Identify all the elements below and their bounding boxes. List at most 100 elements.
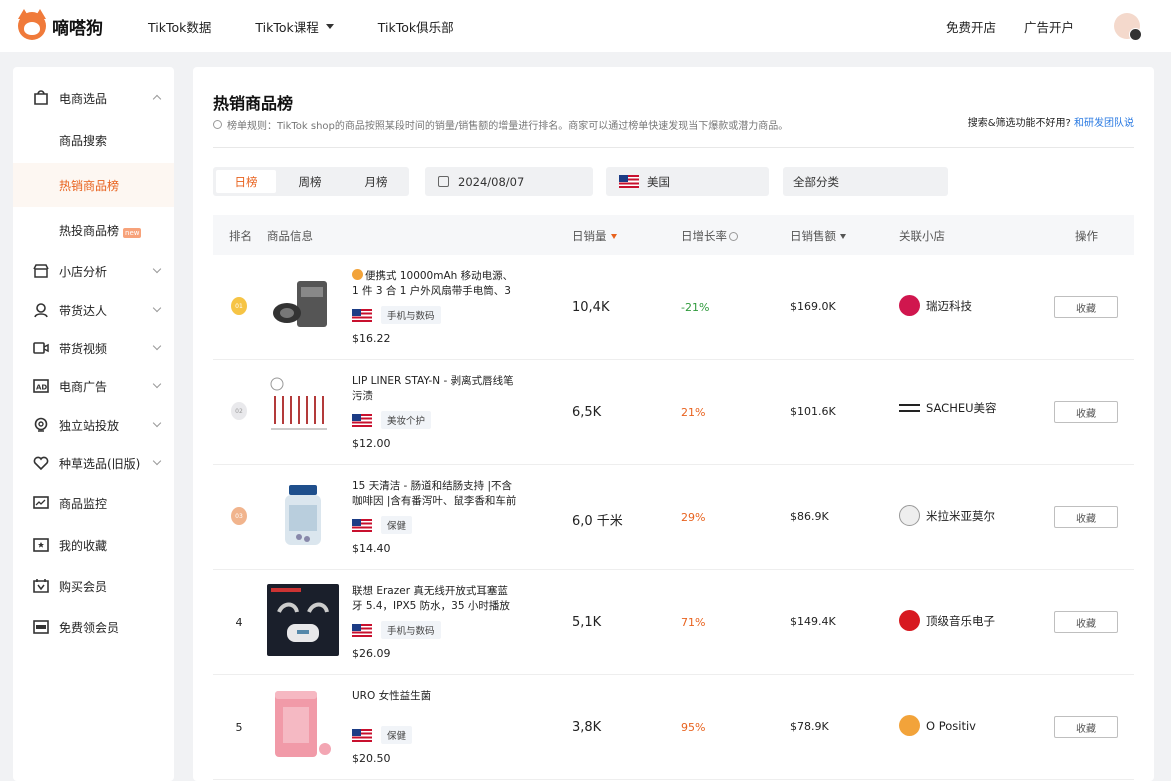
product-name[interactable]: 15 天清洁 - 肠道和结肠支持 |不含咖啡因 |含有番泻叶、鼠李香和车前子..… [352, 479, 518, 509]
favorite-button[interactable]: 收藏 [1054, 401, 1118, 423]
favorite-button[interactable]: 收藏 [1054, 611, 1118, 633]
header-growth[interactable]: 日增长率 [681, 228, 738, 244]
header-revenue[interactable]: 日销售额 [790, 228, 846, 244]
product-thumbnail[interactable] [267, 479, 339, 551]
favorite-button[interactable]: 收藏 [1054, 296, 1118, 318]
earbuds-image [267, 584, 339, 656]
product-thumbnail[interactable] [267, 584, 339, 656]
sidebar-subitem-hot-products[interactable]: 热销商品榜 [13, 163, 174, 207]
top-navbar: 嘀嗒狗 TikTok数据 TikTok课程 TikTok俱乐部 免费开店 广告开… [0, 0, 1171, 52]
product-name[interactable]: 联想 Erazer 真无线开放式耳塞蓝牙 5.4，IPX5 防水，35 小时播放… [352, 584, 518, 614]
header-daily-sales[interactable]: 日销量 [572, 228, 617, 244]
sidebar-subitem-label: 商品搜索 [59, 133, 108, 148]
feedback-link[interactable]: 和研发团队说 [1074, 118, 1134, 129]
daily-growth: 29% [681, 511, 706, 524]
daily-growth: -21% [681, 301, 710, 314]
sidebar-item-buy-vip[interactable]: 购买会员 [13, 566, 174, 606]
us-flag-icon [619, 175, 639, 188]
shop-name: 瑞迈科技 [926, 298, 972, 313]
caret-down-icon [325, 23, 334, 29]
category-tag: 美妆个护 [381, 411, 432, 429]
daily-sales: 5,1K [572, 615, 602, 630]
daily-sales: 6,0 千米 [572, 514, 623, 529]
calendar-icon [438, 176, 449, 187]
sidebar-item-my-favorites[interactable]: 我的收藏 [13, 525, 174, 565]
product-name[interactable]: LIP LINER STAY-N - 剥离式唇线笔污渍 [352, 374, 518, 404]
sidebar-item-videos[interactable]: 带货视频 [13, 328, 174, 368]
nav-tiktok-club[interactable]: TikTok俱乐部 [378, 17, 454, 36]
sidebar-item-product-monitor[interactable]: 商品监控 [13, 483, 174, 523]
product-name[interactable]: 便携式 10000mAh 移动电源、1 件 3 合 1 户外风扇带手电筒、3 风… [352, 269, 518, 299]
table-row: 4 联想 Erazer 真无线开放式耳塞蓝牙 5.4，IPX5 防水，35 小时… [213, 570, 1134, 675]
us-flag-icon [352, 728, 372, 742]
us-flag-icon [352, 308, 372, 322]
product-thumbnail[interactable] [267, 269, 339, 341]
chevron-down-icon [152, 303, 162, 313]
product-name[interactable]: URO 女性益生菌 [352, 689, 518, 704]
main-nav: TikTok数据 TikTok课程 TikTok俱乐部 [148, 17, 498, 36]
header-product: 商品信息 [267, 229, 313, 243]
daily-revenue: $86.9K [790, 510, 829, 523]
divider [213, 147, 1134, 148]
product-price: $12.00 [352, 437, 391, 450]
product-meta: 美妆个护 [352, 411, 432, 429]
favorite-button[interactable]: 收藏 [1054, 506, 1118, 528]
location-icon [34, 417, 48, 432]
free-icon [33, 620, 49, 634]
shop-link[interactable]: 顶级音乐电子 [899, 610, 995, 631]
shop-link[interactable]: SACHEU美容 [899, 400, 997, 416]
tab-daily[interactable]: 日榜 [216, 170, 276, 193]
sidebar-item-shop-analysis[interactable]: 小店分析 [13, 251, 174, 291]
header-action: 操作 [1075, 229, 1098, 243]
date-picker[interactable]: 2024/08/07 [425, 167, 593, 196]
sidebar-item-ecommerce-selection[interactable]: 电商选品 [13, 78, 174, 118]
sidebar-subitem-product-search[interactable]: 商品搜索 [13, 118, 174, 162]
chevron-down-icon [152, 418, 162, 428]
free-open-shop-link[interactable]: 免费开店 [946, 17, 996, 36]
product-thumbnail[interactable] [267, 689, 339, 761]
region-select[interactable]: 美国 [606, 167, 769, 196]
page-title: 热销商品榜 [213, 94, 294, 113]
new-badge: new [123, 227, 142, 238]
date-value: 2024/08/07 [458, 174, 525, 189]
sidebar-item-influencers[interactable]: 带货达人 [13, 290, 174, 330]
shop-link[interactable]: 瑞迈科技 [899, 295, 972, 316]
brand-logo[interactable]: 嘀嗒狗 [18, 9, 103, 40]
table-row: 5 URO 女性益生菌 保健 $20.50 3,8K 95% $78.9K O … [213, 675, 1134, 780]
probiotic-pack-image [267, 689, 339, 761]
daily-growth: 95% [681, 721, 706, 734]
tab-weekly[interactable]: 周榜 [280, 170, 340, 193]
header-rank: 排名 [229, 229, 252, 243]
shop-logo [899, 505, 920, 526]
daily-revenue: $149.4K [790, 615, 836, 628]
sidebar-item-independent-site[interactable]: 独立站投放 [13, 405, 174, 445]
header-shop: 关联小店 [899, 229, 945, 243]
help-icon [729, 232, 738, 241]
svg-text:AD: AD [36, 384, 47, 392]
favorite-button[interactable]: 收藏 [1054, 716, 1118, 738]
product-name-text: 便携式 10000mAh 移动电源、1 件 3 合 1 户外风扇带手电筒、3 风… [352, 270, 514, 297]
nav-tiktok-course[interactable]: TikTok课程 [255, 17, 334, 36]
user-avatar[interactable] [1114, 13, 1142, 41]
daily-sales: 10,4K [572, 300, 610, 315]
tab-monthly[interactable]: 月榜 [346, 170, 406, 193]
product-price: $14.40 [352, 542, 391, 555]
product-thumbnail[interactable] [267, 374, 339, 446]
store-icon [33, 264, 49, 278]
sidebar-item-label: 免费领会员 [59, 620, 120, 635]
category-tag: 保健 [381, 516, 413, 534]
shop-link[interactable]: 米拉米亚莫尔 [899, 505, 995, 526]
nav-tiktok-data[interactable]: TikTok数据 [148, 17, 211, 36]
heart-icon [33, 456, 49, 471]
sidebar-item-seeding-old[interactable]: 种草选品(旧版) [13, 443, 174, 483]
monitor-chart-icon [33, 496, 49, 509]
sidebar-item-free-vip[interactable]: 免费领会员 [13, 607, 174, 647]
rank-number: 5 [235, 721, 243, 734]
product-meta: 保健 [352, 516, 413, 534]
sidebar-item-ecommerce-ads[interactable]: AD 电商广告 [13, 366, 174, 406]
sidebar-subitem-label: 热销商品榜 [59, 178, 120, 193]
sidebar-subitem-hot-ad-products[interactable]: 热投商品榜 new [13, 208, 174, 252]
shop-link[interactable]: O Positiv [899, 715, 976, 736]
ad-account-link[interactable]: 广告开户 [1024, 17, 1074, 36]
category-select[interactable]: 全部分类 [783, 167, 948, 196]
